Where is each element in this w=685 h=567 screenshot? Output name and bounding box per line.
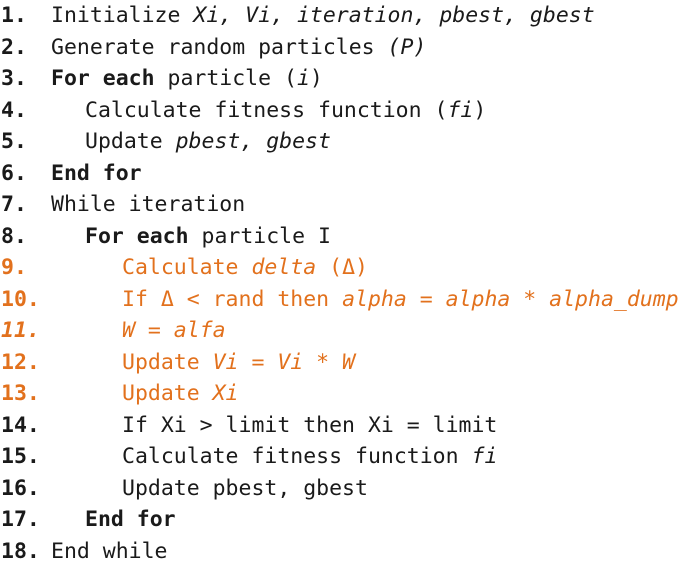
- code-line: 1. Initialize Xi, Vi, iteration, pbest, g…: [0, 0, 685, 32]
- line-text: Update pbest, gbest: [49, 473, 685, 505]
- line-text: End for: [49, 504, 685, 536]
- line-text: Generate random particles (P): [49, 32, 685, 64]
- line-number: 6.: [1, 160, 27, 186]
- line-number: 17.: [1, 507, 40, 532]
- code-token: fi: [471, 444, 498, 469]
- code-line: 7. While iteration: [0, 189, 685, 221]
- code-token: For each: [51, 66, 155, 91]
- line-number: 11.: [1, 318, 40, 343]
- code-token: i: [296, 66, 310, 91]
- line-number: 7.: [1, 192, 27, 217]
- code-token: Update: [122, 349, 213, 375]
- code-token: (Δ): [316, 255, 368, 280]
- code-token: Vi = Vi * W: [212, 349, 355, 375]
- line-number: 9.: [1, 255, 27, 280]
- line-text: For each particle I: [49, 221, 685, 253]
- code-token: particle I: [188, 223, 331, 249]
- code-token: ): [309, 66, 323, 91]
- code-token: End for: [85, 507, 176, 532]
- line-number: 10.: [1, 286, 40, 312]
- code-token: End for: [51, 160, 142, 186]
- code-line: 12. Update Vi = Vi * W: [0, 347, 685, 379]
- line-text: Update Vi = Vi * W: [49, 347, 685, 379]
- code-line: 10. If Δ < rand then alpha = alpha * alph…: [0, 284, 685, 316]
- code-token: Xi, Vi, iteration, pbest, gbest: [193, 3, 595, 28]
- line-text: Calculate fitness function fi: [49, 441, 685, 473]
- line-text: End while: [49, 536, 685, 567]
- line-number: 8.: [1, 223, 27, 249]
- line-text: Initialize Xi, Vi, iteration, pbest, gbe…: [49, 0, 685, 32]
- code-token: delta: [251, 255, 317, 280]
- code-line: 5. Update pbest, gbest: [0, 126, 685, 158]
- code-token: For each: [85, 223, 189, 249]
- line-text: For each particle (i): [49, 63, 685, 95]
- code-token: Calculate fitness function (: [85, 97, 448, 123]
- line-text: Calculate fitness function (fi): [49, 95, 685, 127]
- code-token: Update: [122, 381, 213, 406]
- code-line: 8. For each particle I: [0, 221, 685, 253]
- code-line: 17. End for: [0, 504, 685, 536]
- line-text: Update Xi: [49, 378, 685, 410]
- code-token: pbest, gbest: [175, 129, 331, 154]
- code-token: Calculate: [122, 255, 252, 280]
- code-token: (P): [387, 34, 427, 60]
- code-line: 2. Generate random particles (P): [0, 32, 685, 64]
- code-line: 15. Calculate fitness function fi: [0, 441, 685, 473]
- code-token: Xi: [212, 381, 239, 406]
- code-token: fi: [447, 97, 474, 123]
- line-number: 16.: [1, 475, 40, 501]
- code-token: While iteration: [51, 192, 246, 217]
- line-number: 5.: [1, 129, 27, 154]
- code-token: Update: [85, 129, 176, 154]
- code-line: 11. W = alfa: [0, 315, 685, 347]
- line-number: 3.: [1, 66, 27, 91]
- line-number: 12.: [1, 349, 40, 375]
- line-number: 2.: [1, 34, 27, 60]
- code-line: 13. Update Xi: [0, 378, 685, 410]
- code-token: Generate random particles: [51, 34, 388, 60]
- line-number: 15.: [1, 444, 40, 469]
- code-token: alpha = alpha * alpha_dump: [342, 286, 679, 312]
- line-number: 13.: [1, 381, 40, 406]
- code-token: If Δ < rand then: [122, 286, 343, 312]
- line-text: W = alfa: [49, 315, 685, 347]
- code-line: 4. Calculate fitness function (fi): [0, 95, 685, 127]
- code-token: ): [473, 97, 487, 123]
- code-token: particle (: [154, 66, 297, 91]
- code-token: If Xi > limit then Xi = limit: [122, 412, 498, 438]
- line-number: 14.: [1, 412, 40, 438]
- code-line: 9. Calculate delta (Δ): [0, 252, 685, 284]
- line-text: If Xi > limit then Xi = limit: [49, 410, 685, 442]
- code-line: 3. For each particle (i): [0, 63, 685, 95]
- algorithm-pseudocode-listing: 1. Initialize Xi, Vi, iteration, pbest, g…: [0, 0, 685, 567]
- code-line: 14. If Xi > limit then Xi = limit: [0, 410, 685, 442]
- code-line: 6. End for: [0, 158, 685, 190]
- line-number: 18.: [1, 538, 40, 564]
- line-text: If Δ < rand then alpha = alpha * alpha_d…: [49, 284, 685, 316]
- code-token: End while: [51, 538, 168, 564]
- line-number: 1.: [1, 3, 27, 28]
- code-token: Initialize: [51, 3, 194, 28]
- line-text: End for: [49, 158, 685, 190]
- code-token: W = alfa: [122, 318, 226, 343]
- line-number: 4.: [1, 97, 27, 123]
- line-text: While iteration: [49, 189, 685, 221]
- code-token: Update pbest, gbest: [122, 475, 368, 501]
- code-token: Calculate fitness function: [122, 444, 472, 469]
- line-text: Calculate delta (Δ): [49, 252, 685, 284]
- code-line: 18. End while: [0, 536, 685, 567]
- code-line: 16. Update pbest, gbest: [0, 473, 685, 505]
- line-text: Update pbest, gbest: [49, 126, 685, 158]
